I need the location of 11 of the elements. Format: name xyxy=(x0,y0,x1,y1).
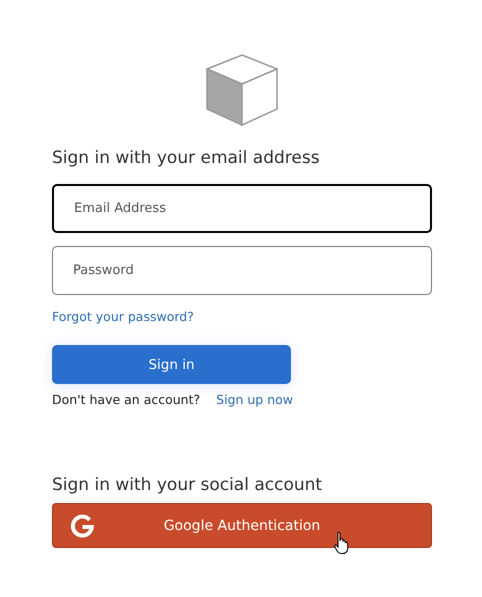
input-field[interactable]: Email Address xyxy=(52,184,432,233)
sign-up-link[interactable]: Sign up now xyxy=(216,392,294,407)
sign-in-button[interactable]: Sign in xyxy=(52,345,291,384)
forgot-password-link[interactable]: Forgot your password? xyxy=(52,309,194,324)
hand-cursor-icon xyxy=(334,531,350,555)
google-button[interactable]: Google Authentication xyxy=(52,503,432,548)
signup-prompt: Don't have an account? xyxy=(52,392,200,407)
section-heading: Sign in with your email address xyxy=(52,148,321,168)
section-heading: Sign in with your social account xyxy=(52,475,324,495)
cube-icon xyxy=(206,54,278,126)
input-field[interactable]: Password xyxy=(52,246,432,295)
